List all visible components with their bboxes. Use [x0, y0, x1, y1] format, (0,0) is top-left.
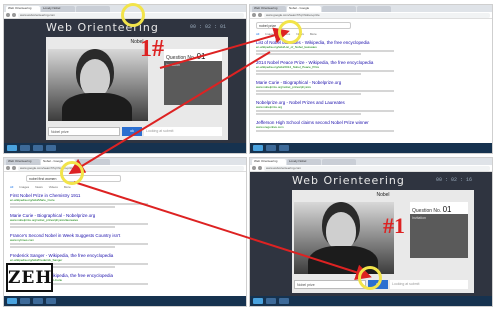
arrow-to-answer-submit — [73, 181, 372, 280]
zeh-logo: ZEH — [6, 263, 53, 292]
highlight-circle — [358, 266, 382, 290]
highlight-circle — [278, 20, 302, 44]
annotation-arrows — [68, 27, 372, 280]
arrow-copy-to-search — [159, 27, 290, 69]
step-label-bottom: #1 — [383, 213, 405, 238]
step-label-top: 1# — [140, 36, 164, 62]
highlight-circle — [121, 3, 145, 27]
arrow-to-refined-search — [68, 51, 271, 175]
highlight-circle — [60, 161, 84, 185]
